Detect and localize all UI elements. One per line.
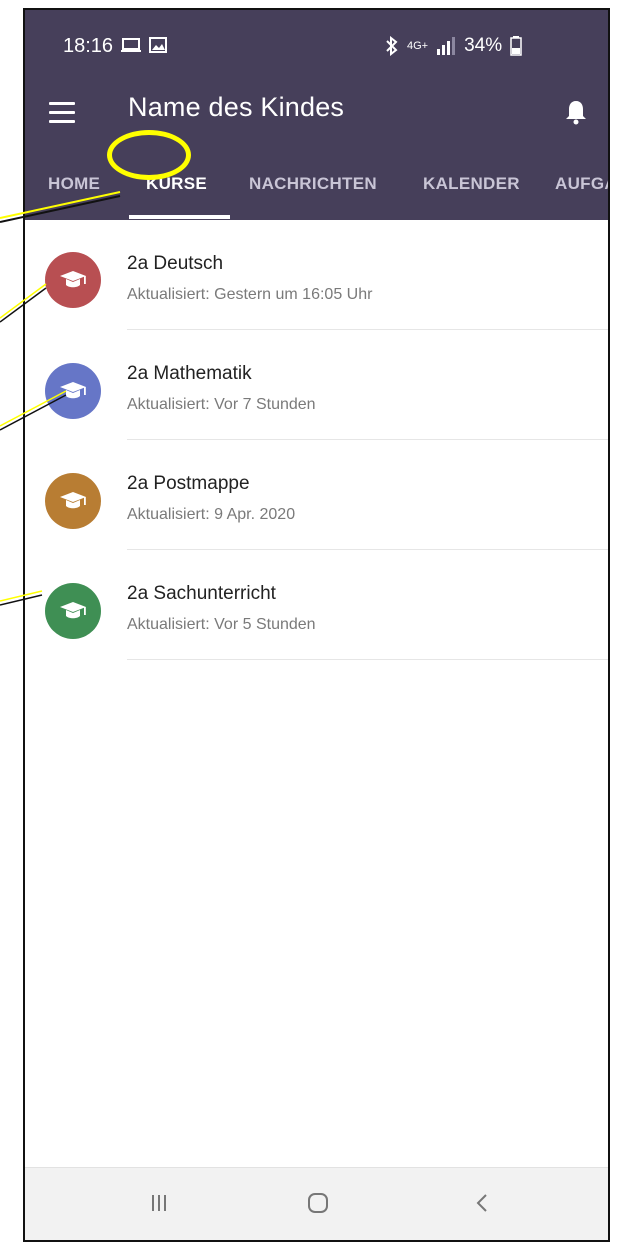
toolbar: Name des Kindes: [25, 82, 608, 146]
highlight-circle: [107, 130, 191, 180]
course-item-deutsch[interactable]: 2a Deutsch Aktualisiert: Gestern um 16:0…: [25, 220, 608, 330]
course-avatar: [45, 363, 101, 419]
laptop-icon: [121, 38, 141, 52]
course-name: 2a Postmappe: [127, 473, 250, 494]
course-name: 2a Deutsch: [127, 253, 224, 274]
phone-screen: 18:16 4G+ 34% Name des Kindes HOME KURSE…: [23, 8, 610, 1242]
graduation-cap-icon: [60, 602, 86, 619]
active-tab-indicator: [129, 215, 230, 219]
battery-level: 34%: [464, 35, 503, 56]
page-title: Name des Kindes: [128, 92, 345, 122]
course-item-mathematik[interactable]: 2a Mathematik Aktualisiert: Vor 7 Stunde…: [25, 330, 608, 440]
status-system-icons: 4G+ 34%: [385, 35, 522, 57]
battery-icon: [510, 36, 522, 56]
status-notification-icons: [121, 36, 167, 54]
course-updated: Aktualisiert: Vor 5 Stunden: [127, 616, 316, 633]
hamburger-menu-icon[interactable]: [49, 102, 75, 124]
course-item-sachunterricht[interactable]: 2a Sachunterricht Aktualisiert: Vor 5 St…: [25, 550, 608, 660]
android-navigation-bar: [25, 1167, 608, 1240]
bell-icon[interactable]: [564, 99, 588, 125]
tab-aufgaben[interactable]: AUFGA: [555, 174, 608, 194]
bluetooth-icon: [386, 36, 398, 56]
signal-icon: [437, 37, 456, 55]
tab-bar: HOME KURSE NACHRICHTEN KALENDER AUFGA: [25, 160, 608, 220]
course-name: 2a Sachunterricht: [127, 583, 276, 604]
tab-kalender[interactable]: KALENDER: [423, 174, 520, 194]
status-bar: 18:16 4G+ 34%: [25, 10, 608, 82]
course-name: 2a Mathematik: [127, 363, 252, 384]
image-icon: [149, 37, 167, 53]
divider: [127, 659, 608, 660]
course-updated: Aktualisiert: 9 Apr. 2020: [127, 506, 296, 523]
status-time: 18:16: [63, 35, 114, 57]
course-avatar: [45, 473, 101, 529]
app-bar: 18:16 4G+ 34% Name des Kindes HOME KURSE…: [25, 10, 608, 220]
course-updated: Aktualisiert: Vor 7 Stunden: [127, 396, 316, 413]
recent-apps-icon[interactable]: [139, 1188, 179, 1218]
graduation-cap-icon: [60, 492, 86, 509]
back-icon[interactable]: [462, 1188, 502, 1218]
tab-nachrichten[interactable]: NACHRICHTEN: [249, 174, 377, 194]
course-avatar: [45, 252, 101, 308]
course-avatar: [45, 583, 101, 639]
graduation-cap-icon: [60, 271, 86, 288]
tab-home[interactable]: HOME: [48, 174, 100, 194]
home-button-icon[interactable]: [298, 1188, 338, 1218]
course-item-postmappe[interactable]: 2a Postmappe Aktualisiert: 9 Apr. 2020: [25, 440, 608, 550]
network-type: 4G+: [407, 40, 429, 52]
graduation-cap-icon: [60, 382, 86, 399]
course-updated: Aktualisiert: Gestern um 16:05 Uhr: [127, 286, 373, 303]
